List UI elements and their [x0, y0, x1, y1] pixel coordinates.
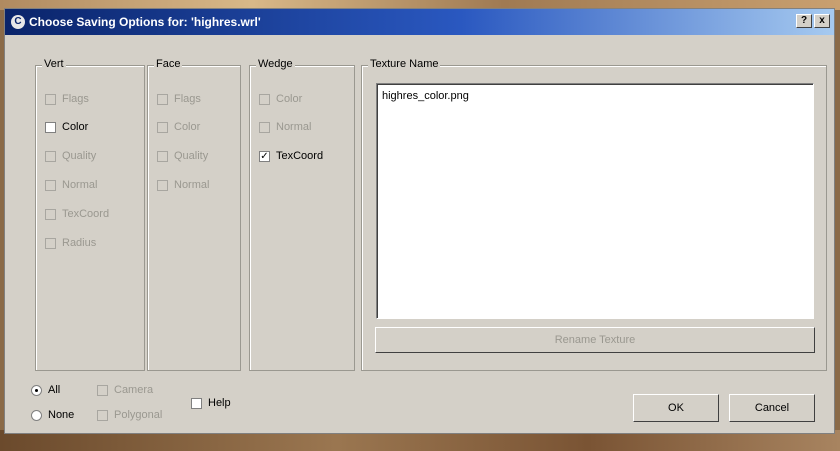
- vert-texcoord-checkbox[interactable]: TexCoord: [45, 208, 109, 220]
- checkbox-box: [259, 121, 270, 133]
- ok-button[interactable]: OK: [633, 394, 719, 422]
- vert-quality-checkbox[interactable]: Quality: [45, 150, 96, 162]
- checkbox-label: TexCoord: [276, 150, 324, 162]
- face-group-title: Face: [154, 58, 183, 70]
- all-radio[interactable]: All: [31, 384, 60, 396]
- checkbox-box: [157, 179, 168, 191]
- checkbox-label: Quality: [174, 150, 209, 162]
- checkbox-box: [97, 384, 108, 396]
- checkbox-box: [45, 93, 56, 105]
- vert-normal-checkbox[interactable]: Normal: [45, 179, 97, 191]
- none-radio[interactable]: None: [31, 409, 74, 421]
- vert-flags-checkbox[interactable]: Flags: [45, 93, 89, 105]
- wedge-color-checkbox[interactable]: Color: [259, 93, 302, 105]
- checkbox-box: [45, 179, 56, 191]
- checkbox-label: Normal: [276, 121, 312, 133]
- checkbox-box: [259, 93, 270, 105]
- wedge-group-title: Wedge: [256, 58, 295, 70]
- texture-group-title: Texture Name: [368, 58, 441, 70]
- title-bar[interactable]: C Choose Saving Options for: 'highres.wr…: [5, 9, 834, 35]
- checkbox-label: Color: [174, 121, 201, 133]
- wedge-normal-checkbox[interactable]: Normal: [259, 121, 311, 133]
- face-quality-checkbox[interactable]: Quality: [157, 150, 208, 162]
- checkbox-box: [45, 121, 56, 133]
- checkmark-icon: ✓: [259, 150, 270, 162]
- app-icon: C: [11, 15, 25, 29]
- checkbox-box: [45, 150, 56, 162]
- checkbox-label: Polygonal: [114, 409, 163, 421]
- checkbox-label: Help: [208, 397, 231, 409]
- vert-color-checkbox[interactable]: Color: [45, 121, 88, 133]
- window-title: Choose Saving Options for: 'highres.wrl': [29, 15, 261, 29]
- wedge-group: Wedge: [249, 58, 355, 371]
- checkbox-box: [191, 397, 202, 409]
- checkbox-label: Quality: [62, 150, 97, 162]
- camera-checkbox[interactable]: Camera: [97, 384, 153, 396]
- face-color-checkbox[interactable]: Color: [157, 121, 200, 133]
- radio-label: None: [48, 409, 75, 421]
- save-options-dialog: C Choose Saving Options for: 'highres.wr…: [4, 8, 835, 434]
- checkbox-box: [157, 121, 168, 133]
- checkbox-label: Flags: [62, 93, 89, 105]
- texture-list-item[interactable]: highres_color.png: [382, 90, 808, 102]
- checkbox-label: Normal: [174, 179, 210, 191]
- checkbox-box: [45, 208, 56, 220]
- checkbox-label: TexCoord: [62, 208, 110, 220]
- radio-dot: [31, 384, 42, 396]
- radio-dot: [31, 409, 42, 421]
- checkbox-label: Color: [62, 121, 89, 133]
- checkbox-box: [157, 150, 168, 162]
- polygonal-checkbox[interactable]: Polygonal: [97, 409, 162, 421]
- checkbox-label: Radius: [62, 237, 97, 249]
- checkbox-label: Camera: [114, 384, 154, 396]
- vert-radius-checkbox[interactable]: Radius: [45, 237, 96, 249]
- texture-list[interactable]: highres_color.png: [376, 83, 814, 319]
- help-checkbox[interactable]: Help: [191, 397, 231, 409]
- cancel-button[interactable]: Cancel: [729, 394, 815, 422]
- face-normal-checkbox[interactable]: Normal: [157, 179, 209, 191]
- checkbox-label: Normal: [62, 179, 98, 191]
- help-title-button[interactable]: ?: [796, 14, 812, 28]
- checkbox-label: Flags: [174, 93, 201, 105]
- close-button[interactable]: x: [814, 14, 830, 28]
- face-flags-checkbox[interactable]: Flags: [157, 93, 201, 105]
- face-group: Face: [147, 58, 241, 371]
- checkbox-box: [45, 237, 56, 249]
- radio-label: All: [48, 384, 61, 396]
- checkbox-box: [157, 93, 168, 105]
- checkbox-label: Color: [276, 93, 303, 105]
- wedge-texcoord-checkbox[interactable]: ✓ TexCoord: [259, 150, 323, 162]
- rename-texture-button[interactable]: Rename Texture: [375, 327, 815, 353]
- vert-group-title: Vert: [42, 58, 66, 70]
- checkbox-box: [97, 409, 108, 421]
